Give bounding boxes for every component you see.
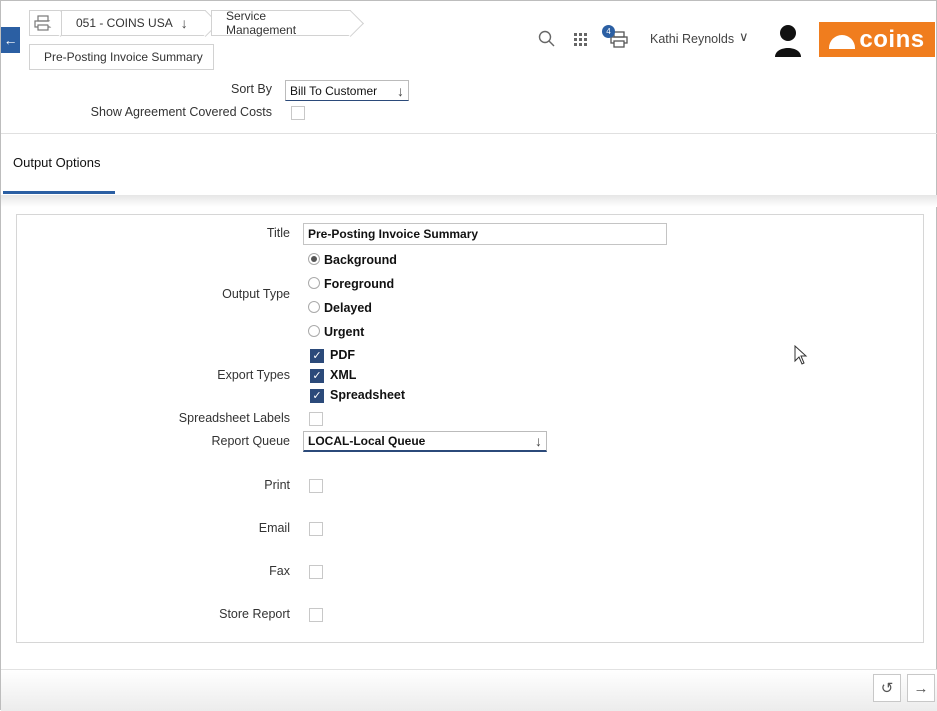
- print-queue-badge: 4: [602, 25, 615, 38]
- radio-delayed-label: Delayed: [324, 301, 372, 315]
- print-checkbox[interactable]: [309, 479, 323, 493]
- search-icon: [538, 30, 555, 47]
- hardhat-icon: [829, 34, 856, 49]
- tab-output-options[interactable]: Output Options: [3, 134, 115, 194]
- coins-logo: coins: [819, 22, 935, 57]
- check-icon: ✓: [312, 390, 322, 402]
- arrow-down-icon: ↓: [535, 433, 542, 449]
- checkbox-xml-label: XML: [330, 368, 357, 382]
- chevron-down-icon[interactable]: ∨: [739, 29, 749, 45]
- report-queue-select[interactable]: LOCAL-Local Queue ↓: [303, 431, 547, 452]
- checkbox-spreadsheet-label: Spreadsheet: [330, 388, 406, 402]
- tab-shadow: [1, 195, 937, 207]
- radio-foreground-label: Foreground: [324, 277, 395, 291]
- company-label: 051 - COINS USA: [76, 16, 173, 30]
- checkbox-pdf[interactable]: ✓: [310, 349, 324, 363]
- email-label: Email: [258, 521, 290, 535]
- fax-checkbox[interactable]: [309, 565, 323, 579]
- print-label: Print: [264, 478, 290, 492]
- undo-icon: ↺: [880, 680, 894, 697]
- report-queue-value: LOCAL-Local Queue: [308, 434, 426, 448]
- radio-urgent-label: Urgent: [324, 325, 365, 339]
- page-label: Pre-Posting Invoice Summary: [44, 50, 203, 64]
- sort-by-value: Bill To Customer: [290, 83, 378, 98]
- footer-bar: [1, 669, 937, 711]
- search-button[interactable]: [538, 30, 556, 51]
- breadcrumb-company[interactable]: 051 - COINS USA ↓: [61, 10, 206, 36]
- breadcrumb-module[interactable]: Service Management: [211, 9, 351, 37]
- tab-label: Output Options: [13, 155, 101, 170]
- title-input[interactable]: Pre-Posting Invoice Summary: [303, 223, 667, 245]
- export-types-label: Export Types: [217, 368, 290, 382]
- show-agreement-checkbox[interactable]: [291, 106, 305, 120]
- arrow-down-icon: ↓: [180, 15, 188, 31]
- grid-icon: [574, 33, 587, 46]
- checkbox-xml[interactable]: ✓: [310, 369, 324, 383]
- title-label: Title: [266, 226, 290, 240]
- checkbox-pdf-label: PDF: [330, 348, 355, 362]
- back-button[interactable]: ←: [1, 27, 20, 53]
- spreadsheet-labels-checkbox[interactable]: [309, 412, 323, 426]
- store-report-label: Store Report: [219, 607, 290, 621]
- apps-button[interactable]: [573, 32, 589, 51]
- store-report-checkbox[interactable]: [309, 608, 323, 622]
- report-queue-label: Report Queue: [211, 434, 290, 448]
- logo-text: coins: [859, 25, 925, 53]
- sort-by-label: Sort By: [231, 82, 272, 96]
- breadcrumb-page[interactable]: Pre-Posting Invoice Summary: [29, 44, 214, 70]
- user-name[interactable]: Kathi Reynolds: [650, 32, 734, 46]
- radio-urgent[interactable]: [308, 325, 320, 337]
- radio-background[interactable]: [308, 253, 320, 265]
- divider: [1, 133, 937, 134]
- output-type-label: Output Type: [222, 287, 290, 301]
- email-checkbox[interactable]: [309, 522, 323, 536]
- arrow-left-icon: ←: [3, 32, 18, 48]
- fax-label: Fax: [269, 564, 290, 578]
- radio-background-label: Background: [324, 253, 397, 267]
- sort-by-select[interactable]: Bill To Customer ↓: [285, 80, 409, 101]
- module-label: Service Management: [226, 9, 297, 37]
- check-icon: ✓: [312, 350, 322, 362]
- mouse-cursor-icon: [794, 344, 808, 368]
- output-options-panel: [16, 214, 924, 643]
- radio-foreground[interactable]: [308, 277, 320, 289]
- avatar[interactable]: [774, 23, 802, 60]
- next-button[interactable]: →: [907, 674, 935, 702]
- show-agreement-label: Show Agreement Covered Costs: [90, 105, 272, 119]
- radio-delayed[interactable]: [308, 301, 320, 313]
- arrow-right-icon: →: [913, 679, 929, 697]
- printer-icon: [34, 15, 52, 31]
- arrow-down-icon: ↓: [397, 82, 404, 99]
- checkbox-spreadsheet[interactable]: ✓: [310, 389, 324, 403]
- user-silhouette-icon: [775, 25, 801, 57]
- spreadsheet-labels-label: Spreadsheet Labels: [178, 411, 290, 425]
- check-icon: ✓: [312, 370, 322, 382]
- breadcrumb-print[interactable]: [29, 10, 61, 36]
- reset-button[interactable]: ↺: [873, 674, 901, 702]
